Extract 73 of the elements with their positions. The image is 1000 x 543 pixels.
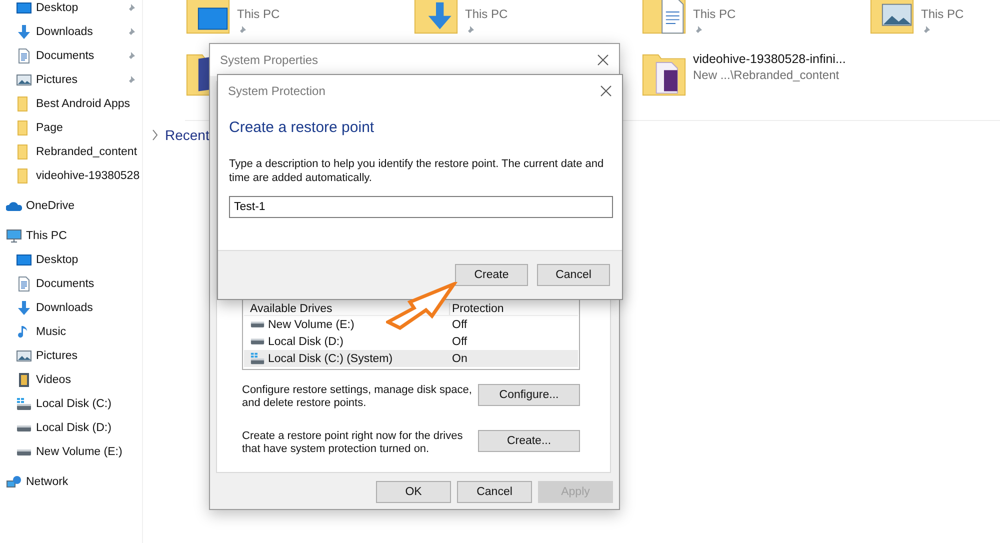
nav-item[interactable]: Desktop	[0, 248, 142, 272]
drive-name: New Volume (E:)	[268, 318, 354, 330]
section-header[interactable]: Recent	[165, 127, 210, 143]
nav-item[interactable]: This PC	[0, 224, 142, 248]
drive-icon	[250, 351, 265, 366]
protection-status: Off	[451, 336, 468, 348]
nav-item[interactable]: Rebranded_content	[0, 140, 142, 164]
description-field[interactable]: Test-1	[229, 196, 613, 218]
nav-item[interactable]: New Volume (E:)	[0, 440, 142, 464]
folder-icon[interactable]	[869, 0, 915, 36]
desktop-icon	[16, 252, 32, 268]
nav-item[interactable]: Music	[0, 320, 142, 344]
nav-item[interactable]: Network	[0, 470, 142, 494]
dialog-button[interactable]: Create	[455, 264, 528, 286]
nav-item[interactable]: videohive-19380528	[0, 164, 142, 188]
nav-item[interactable]: OneDrive	[0, 194, 142, 218]
folder-icon[interactable]	[641, 0, 687, 36]
close-icon[interactable]	[600, 85, 612, 97]
window-title: System Protection	[228, 84, 326, 98]
action-button[interactable]: Create...	[478, 430, 580, 452]
film-icon	[16, 372, 32, 388]
dialog-button[interactable]: OK	[376, 481, 451, 503]
description-text: Create a restore point right now for the drives that have system protection turned on.	[242, 430, 464, 456]
nav-item[interactable]: Best Android Apps	[0, 92, 142, 116]
protection-status: On	[451, 352, 468, 364]
nav-item[interactable]: Documents	[0, 44, 142, 68]
nav-item[interactable]: Videos	[0, 368, 142, 392]
drive-row[interactable]: New Volume (E:) Off	[244, 316, 578, 333]
drive-icon	[250, 321, 265, 328]
monitor-icon	[6, 228, 22, 244]
drive-name: Local Disk (D:)	[268, 336, 344, 348]
nav-item[interactable]: Pictures	[0, 68, 142, 92]
document-icon	[16, 48, 32, 64]
nav-item[interactable]: Pictures	[0, 344, 142, 368]
dialog-heading: Create a restore point	[229, 119, 376, 136]
folder-location: New ...\Rebranded_content	[693, 68, 840, 82]
folder-name[interactable]: videohive-19380528-infini...	[693, 52, 846, 66]
folder-location: This PC	[465, 7, 508, 21]
column-header[interactable]: Protection	[450, 303, 504, 315]
drive-icon	[16, 396, 32, 412]
nav-item[interactable]: Local Disk (D:)	[0, 416, 142, 440]
protection-status: Off	[451, 318, 468, 330]
nav-item[interactable]: Documents	[0, 272, 142, 296]
picture-icon	[16, 348, 32, 364]
folder-location: This PC	[237, 7, 280, 21]
nav-item[interactable]: Downloads	[0, 296, 142, 320]
dialog-button[interactable]: Cancel	[537, 264, 610, 286]
down-arrow-icon	[16, 300, 32, 316]
drive-icon	[16, 448, 32, 456]
document-icon	[16, 276, 32, 292]
drive-row[interactable]: Local Disk (D:) Off	[244, 333, 578, 350]
down-arrow-icon	[16, 24, 32, 40]
action-button[interactable]: Configure...	[478, 384, 580, 406]
folder-icon[interactable]	[185, 0, 231, 36]
dialog-button[interactable]: Cancel	[457, 481, 532, 503]
description-text: Configure restore settings, manage disk space, and delete restore points.	[242, 384, 473, 410]
desktop-icon	[16, 0, 32, 16]
nav-item[interactable]: Page	[0, 116, 142, 140]
picture-icon	[16, 72, 32, 88]
network-icon	[6, 474, 22, 490]
nav-item[interactable]: Desktop	[0, 0, 142, 20]
folder-location: This PC	[921, 7, 964, 21]
drive-name: Local Disk (C:) (System)	[268, 352, 393, 364]
drive-icon	[16, 424, 32, 432]
nav-item[interactable]: Downloads	[0, 20, 142, 44]
chevron-right-icon[interactable]	[151, 129, 159, 141]
window-title: System Properties	[220, 53, 318, 67]
close-icon[interactable]	[597, 54, 609, 66]
folder-location: This PC	[693, 7, 736, 21]
drive-row[interactable]: Local Disk (C:) (System) On	[244, 350, 578, 367]
drive-icon	[250, 338, 265, 345]
nav-item[interactable]: Local Disk (C:)	[0, 392, 142, 416]
instruction-text: Type a description to help you identify the restore point. The current date and time are added automatically.	[229, 158, 605, 185]
